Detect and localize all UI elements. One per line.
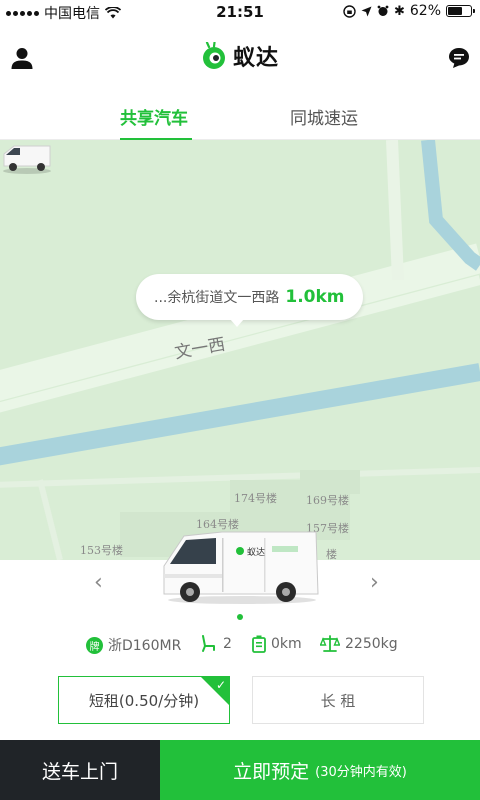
building-label: 169号楼 <box>306 494 349 507</box>
book-now-button[interactable]: 立即预定 (30分钟内有效) <box>160 740 480 800</box>
status-right: ✱ 62% <box>343 3 475 19</box>
spec-seats: 2 <box>200 635 232 653</box>
brand: 蚁达 <box>0 40 480 72</box>
brand-logo-icon <box>202 42 225 69</box>
callout-address: ...余杭街道文一西路 <box>154 290 280 306</box>
short-rent-label: 短租(0.50/分钟) <box>88 691 200 710</box>
building-label: 153号楼 <box>80 544 123 557</box>
spec-load: 2250kg <box>320 635 398 653</box>
bottom-action-bar: 送车上门 立即预定 (30分钟内有效) <box>0 740 480 800</box>
app-header: 蚁达 <box>0 24 480 90</box>
location-callout[interactable]: ...余杭街道文一西路 1.0km <box>136 274 363 327</box>
callout-distance: 1.0km <box>285 287 345 307</box>
prev-vehicle-chevron-icon[interactable]: ‹ <box>94 570 103 595</box>
load-value: 2250kg <box>345 636 398 652</box>
tab-city-delivery[interactable]: 同城速运 <box>290 104 358 129</box>
location-icon <box>361 6 372 16</box>
van-photo: 蚁达 <box>163 531 319 604</box>
plate-badge-icon: 牌 <box>86 636 103 654</box>
message-icon[interactable] <box>448 47 470 69</box>
van-map-marker-icon[interactable] <box>0 140 54 174</box>
deliver-car-label: 送车上门 <box>41 760 118 783</box>
deliver-car-button[interactable]: 送车上门 <box>0 740 160 800</box>
vehicle-specs: 牌 浙D160MR 2 0km 2250kg <box>0 635 480 659</box>
spec-range: 0km <box>252 635 302 653</box>
book-validity-note: (30分钟内有效) <box>315 764 407 780</box>
status-bar: 中国电信 21:51 ✱ 62% <box>0 0 480 24</box>
short-rent-option[interactable]: 短租(0.50/分钟) ✓ <box>58 676 230 724</box>
map-view[interactable]: ...余杭街道文一西路 1.0km 文一西 174号楼 169号楼 164号楼 … <box>0 140 480 560</box>
spec-plate: 牌 浙D160MR <box>86 635 181 655</box>
scale-icon <box>320 635 340 652</box>
range-value: 0km <box>271 636 302 652</box>
van-brand-text: 蚁达 <box>247 546 265 558</box>
tab-shared-car[interactable]: 共享汽车 <box>120 104 188 129</box>
long-rent-option[interactable]: 长 租 <box>252 676 424 724</box>
bluetooth-icon: ✱ <box>393 3 405 19</box>
brand-name: 蚁达 <box>232 46 279 71</box>
seat-count: 2 <box>223 636 232 652</box>
alarm-icon <box>377 5 389 16</box>
battery-charge-icon <box>252 635 266 653</box>
carousel-dot <box>237 614 243 620</box>
service-tabs: 共享汽车 同城速运 <box>0 90 480 140</box>
battery-fill <box>448 7 462 15</box>
book-now-label: 立即预定 <box>233 760 310 783</box>
building-label: 174号楼 <box>234 492 277 505</box>
long-rent-label: 长 租 <box>320 691 356 710</box>
battery-icon <box>446 5 475 17</box>
seat-icon <box>202 635 215 652</box>
orientation-lock-icon <box>343 4 356 18</box>
next-vehicle-chevron-icon[interactable]: › <box>370 570 379 595</box>
building-label: 楼 <box>326 548 337 560</box>
plate-number: 浙D160MR <box>108 638 182 654</box>
check-icon: ✓ <box>215 678 226 692</box>
battery-percent: 62% <box>409 3 441 19</box>
vehicle-card: ‹ › 蚁达 牌 浙D160MR 2 0km 2250kg 短租(0.50/分钟… <box>0 531 480 740</box>
